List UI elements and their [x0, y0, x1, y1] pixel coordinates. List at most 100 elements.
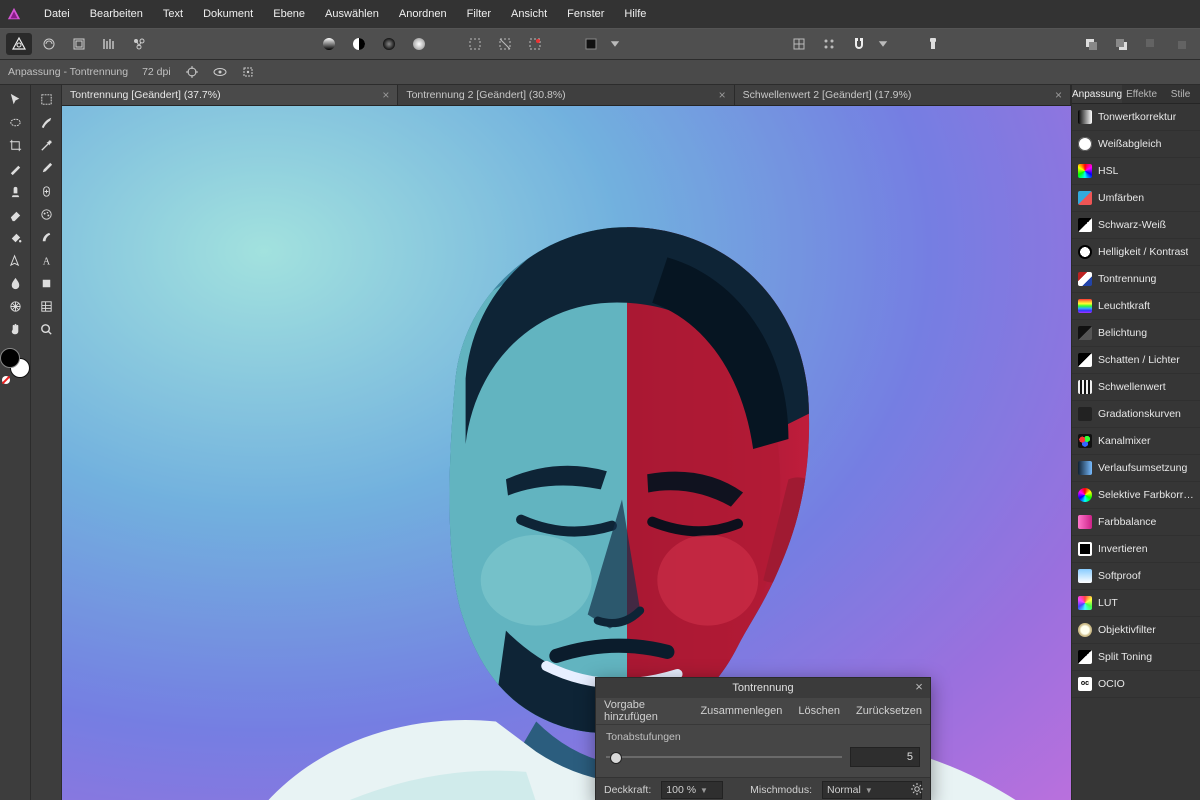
dialog-titlebar[interactable]: Tontrennung ×: [596, 678, 930, 698]
table-tool[interactable]: [33, 296, 59, 317]
adjustment-item-19[interactable]: Objektivfilter: [1072, 617, 1200, 644]
adjustment-item-1[interactable]: Weißabgleich: [1072, 131, 1200, 158]
adjustment-dialog[interactable]: Tontrennung × Vorgabe hinzufügen Zusamme…: [595, 677, 931, 800]
dialog-opacity-dropdown[interactable]: 100 % ▼: [661, 781, 723, 799]
paintbrush-tool[interactable]: [33, 158, 59, 179]
rect-select-tool[interactable]: [33, 89, 59, 110]
ellipse-select-tool[interactable]: [2, 112, 28, 133]
hand-flame-tool[interactable]: [2, 273, 28, 294]
snap-grid-button[interactable]: [786, 33, 812, 55]
menu-text[interactable]: Text: [153, 0, 193, 28]
wand-tool[interactable]: [33, 135, 59, 156]
pencil-tool[interactable]: [2, 158, 28, 179]
adjustment-item-2[interactable]: HSL: [1072, 158, 1200, 185]
dialog-merge-button[interactable]: Zusammenlegen: [700, 705, 782, 717]
dialog-gear-icon[interactable]: [910, 782, 924, 796]
text-tool[interactable]: A: [33, 250, 59, 271]
adjustment-item-15[interactable]: Farbbalance: [1072, 509, 1200, 536]
panel-tab-stile[interactable]: Stile: [1161, 85, 1200, 103]
adjustment-item-8[interactable]: Belichtung: [1072, 320, 1200, 347]
adjustment-item-12[interactable]: Kanalmixer: [1072, 428, 1200, 455]
document-tab-0[interactable]: Tontrennung [Geändert] (37.7%)×: [62, 85, 398, 105]
adjustment-item-14[interactable]: Selektive Farbkorrektur: [1072, 482, 1200, 509]
quick-mask-button[interactable]: [522, 33, 548, 55]
persona-export-button[interactable]: [126, 33, 152, 55]
adjustment-item-13[interactable]: Verlaufsumsetzung: [1072, 455, 1200, 482]
menu-datei[interactable]: Datei: [34, 0, 80, 28]
menu-filter[interactable]: Filter: [457, 0, 501, 28]
adjustment-item-10[interactable]: Schwellenwert: [1072, 374, 1200, 401]
grid-tool[interactable]: [2, 296, 28, 317]
shape-tool[interactable]: [33, 273, 59, 294]
persona-liquify-button[interactable]: [36, 33, 62, 55]
swatch-dropdown-button[interactable]: [608, 33, 622, 55]
stamp-tool[interactable]: [2, 181, 28, 202]
close-icon[interactable]: ×: [1049, 88, 1062, 102]
color-swatches[interactable]: [0, 348, 30, 378]
dialog-param-slider[interactable]: [606, 750, 842, 764]
brush-tool[interactable]: [33, 112, 59, 133]
menu-anordnen[interactable]: Anordnen: [389, 0, 457, 28]
crop-tool[interactable]: [2, 135, 28, 156]
adjustment-item-7[interactable]: Leuchtkraft: [1072, 293, 1200, 320]
panel-tab-effekte[interactable]: Effekte: [1122, 85, 1161, 103]
adjustment-item-6[interactable]: Tontrennung: [1072, 266, 1200, 293]
menu-bearbeiten[interactable]: Bearbeiten: [80, 0, 153, 28]
adjustment-item-16[interactable]: Invertieren: [1072, 536, 1200, 563]
dialog-delete-button[interactable]: Löschen: [798, 705, 840, 717]
gray-gradient-button[interactable]: [316, 33, 342, 55]
adjustment-item-3[interactable]: Umfärben: [1072, 185, 1200, 212]
crosshair-icon[interactable]: [185, 65, 199, 79]
adjustment-item-20[interactable]: Split Toning: [1072, 644, 1200, 671]
radial-light-button[interactable]: [406, 33, 432, 55]
adjustment-item-11[interactable]: Gradationskurven: [1072, 401, 1200, 428]
document-tab-2[interactable]: Schwellenwert 2 [Geändert] (17.9%)×: [735, 85, 1071, 105]
arrange-front-button[interactable]: [1078, 33, 1104, 55]
adjustment-item-21[interactable]: ocOCIO: [1072, 671, 1200, 698]
panel-tab-anpassung[interactable]: Anpassung: [1072, 85, 1122, 103]
swatch-button[interactable]: [578, 33, 604, 55]
radial-dark-button[interactable]: [376, 33, 402, 55]
close-icon[interactable]: ×: [376, 88, 389, 102]
hand-tool[interactable]: [2, 319, 28, 340]
adjustment-item-17[interactable]: Softproof: [1072, 563, 1200, 590]
arrange-back-button[interactable]: [1108, 33, 1134, 55]
heal-tool[interactable]: [33, 181, 59, 202]
move-tool[interactable]: [2, 89, 28, 110]
dialog-reset-button[interactable]: Zurücksetzen: [856, 705, 922, 717]
close-icon[interactable]: ×: [713, 88, 726, 102]
adjustment-item-4[interactable]: Schwarz-Weiß: [1072, 212, 1200, 239]
eraser-tool[interactable]: [2, 204, 28, 225]
eye-icon[interactable]: [213, 65, 227, 79]
magnet-button[interactable]: [846, 33, 872, 55]
menu-auswählen[interactable]: Auswählen: [315, 0, 389, 28]
persona-photo-button[interactable]: [6, 33, 32, 55]
menu-hilfe[interactable]: Hilfe: [614, 0, 656, 28]
persona-tone-button[interactable]: [96, 33, 122, 55]
selection-lasso-button[interactable]: [492, 33, 518, 55]
document-tab-1[interactable]: Tontrennung 2 [Geändert] (30.8%)×: [398, 85, 734, 105]
menu-ebene[interactable]: Ebene: [263, 0, 315, 28]
target-icon[interactable]: [241, 65, 255, 79]
menu-fenster[interactable]: Fenster: [557, 0, 614, 28]
adjustment-item-9[interactable]: Schatten / Lichter: [1072, 347, 1200, 374]
magnet-dropdown-button[interactable]: [876, 33, 890, 55]
dialog-close-icon[interactable]: ×: [912, 680, 926, 694]
adjustment-item-5[interactable]: Helligkeit / Kontrast: [1072, 239, 1200, 266]
fill-tool[interactable]: [2, 227, 28, 248]
menu-dokument[interactable]: Dokument: [193, 0, 263, 28]
canvas[interactable]: Tontrennung × Vorgabe hinzufügen Zusamme…: [62, 106, 1071, 800]
assistant-button[interactable]: [920, 33, 946, 55]
persona-develop-button[interactable]: [66, 33, 92, 55]
zoom-tool[interactable]: [33, 319, 59, 340]
menu-ansicht[interactable]: Ansicht: [501, 0, 557, 28]
adjustment-item-18[interactable]: LUT: [1072, 590, 1200, 617]
half-contrast-button[interactable]: [346, 33, 372, 55]
dialog-add-preset-button[interactable]: Vorgabe hinzufügen: [604, 699, 700, 723]
snap-options-button[interactable]: [816, 33, 842, 55]
dialog-blend-dropdown[interactable]: Normal ▼: [822, 781, 922, 799]
sponge-tool[interactable]: [33, 204, 59, 225]
dialog-param-value[interactable]: 5: [850, 747, 920, 767]
selection-marquee-button[interactable]: [462, 33, 488, 55]
adjustment-item-0[interactable]: Tonwertkorrektur: [1072, 104, 1200, 131]
